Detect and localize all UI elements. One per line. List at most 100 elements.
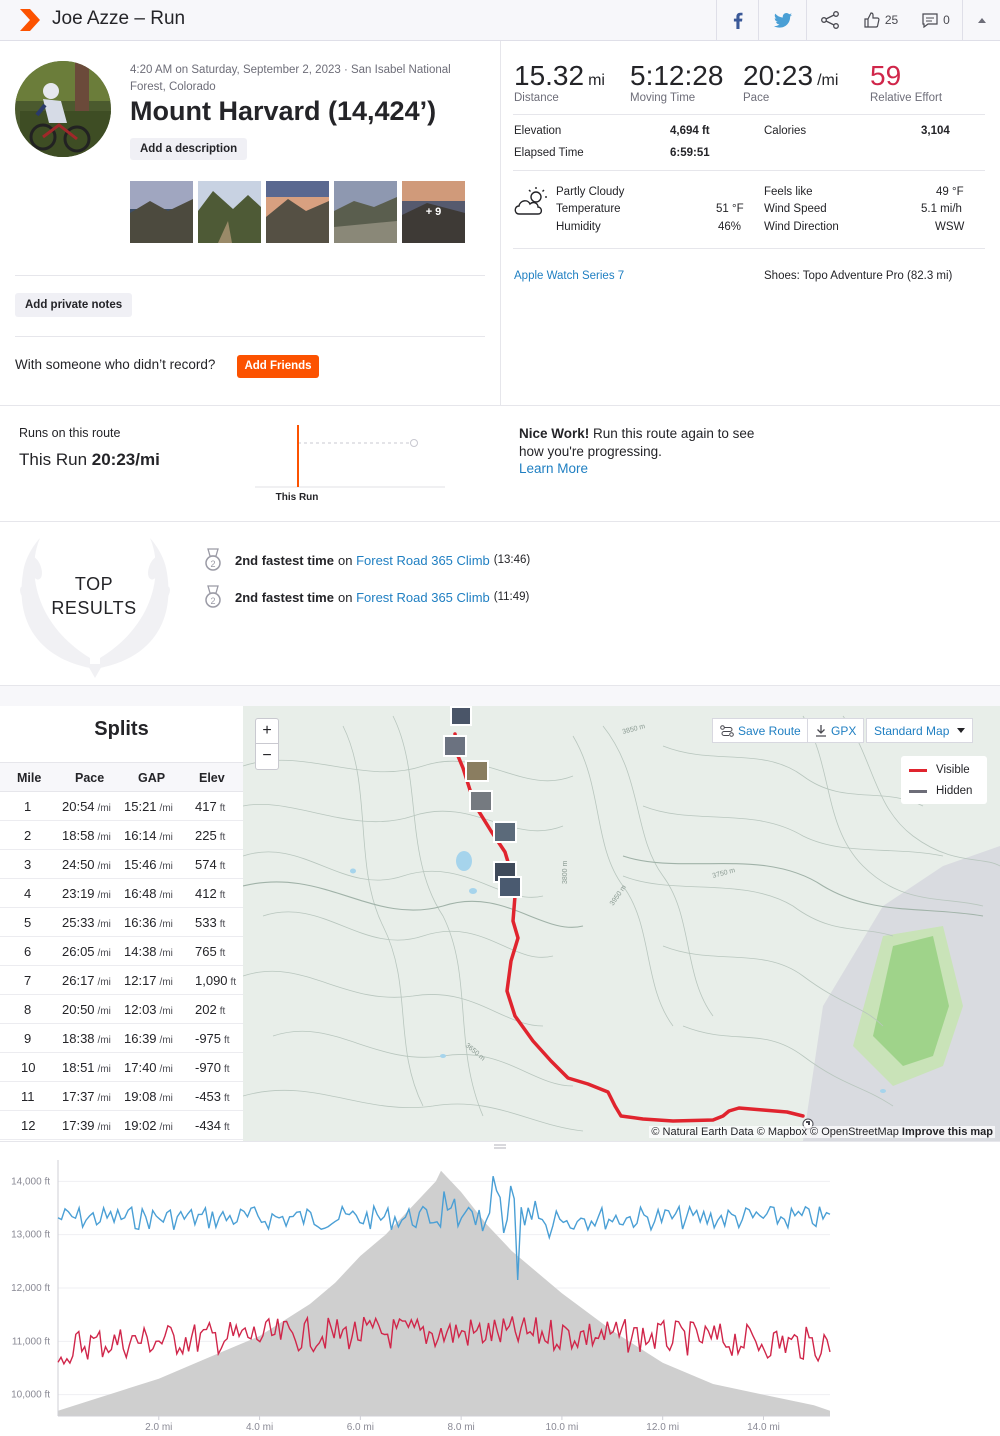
split-row[interactable]: 7 26:17/mi 12:17/mi 1,090 ft (0, 966, 243, 995)
gpx-button[interactable]: GPX (807, 718, 865, 743)
split-row[interactable]: 5 25:33/mi 16:36/mi 533 ft (0, 908, 243, 937)
distance-label: Distance (514, 92, 559, 104)
activity-photo[interactable] (334, 181, 397, 243)
splits-col-mile: Mile (17, 771, 42, 785)
split-pace: 18:51/mi (62, 1060, 111, 1075)
activity-meta: 4:20 AM on Saturday, September 2, 2023 ·… (130, 64, 451, 93)
split-row[interactable]: 8 20:50/mi 12:03/mi 202 ft (0, 995, 243, 1024)
segment-link[interactable]: Forest Road 365 Climb (356, 590, 490, 605)
activity-photo[interactable] (266, 181, 329, 243)
share-facebook-button[interactable] (716, 0, 758, 40)
x-tick-label: 6.0 mi (347, 1422, 374, 1433)
x-tick-label: 10.0 mi (546, 1422, 579, 1433)
elevation-label: Elevation (514, 125, 562, 137)
activity-photo[interactable] (198, 181, 261, 243)
share-button[interactable] (806, 0, 852, 40)
split-pace-unit: /mi (97, 919, 111, 930)
add-private-notes-button[interactable]: Add private notes (15, 293, 133, 317)
split-gap-unit: /mi (159, 803, 173, 814)
activity-photo-more[interactable]: + 9 (402, 181, 465, 243)
y-tick-label: 11,000 ft (12, 1336, 50, 1347)
split-gap: 12:17/mi (124, 973, 173, 988)
collapse-button[interactable] (962, 0, 1000, 40)
split-mile: 4 (24, 886, 31, 901)
relative-effort-value[interactable]: 59 (870, 60, 901, 92)
comments-button[interactable]: 0 (910, 0, 962, 40)
pace-number: 20:23 (743, 60, 814, 91)
drag-handle-icon[interactable] (494, 1144, 506, 1149)
improve-map-link[interactable]: Improve this map (902, 1126, 993, 1138)
split-row[interactable]: 11 17:37/mi 19:08/mi -453 ft (0, 1082, 243, 1111)
split-gap-unit: /mi (159, 1064, 173, 1075)
split-row[interactable]: 4 23:19/mi 16:48/mi 412 ft (0, 879, 243, 908)
legend-visible[interactable]: Visible (909, 764, 970, 776)
split-elev-value: 533 (195, 915, 217, 930)
split-gap: 16:14/mi (124, 828, 173, 843)
relative-effort-label: Relative Effort (870, 92, 943, 104)
elevation-area (58, 1170, 830, 1416)
top-results-badge: TOP RESULTS (15, 528, 175, 678)
add-description-button[interactable]: Add a description (130, 138, 248, 160)
split-elev-unit: ft (219, 919, 226, 930)
split-pace-value: 17:37 (62, 1089, 95, 1104)
split-pace-value: 18:38 (62, 1031, 95, 1046)
y-tick-label: 12,000 ft (11, 1283, 50, 1294)
split-gap-value: 17:40 (124, 1060, 157, 1075)
split-elev-unit: ft (224, 1122, 230, 1133)
split-pace-unit: /mi (97, 1093, 111, 1104)
comment-icon (922, 12, 938, 28)
split-row[interactable]: 12 17:39/mi 19:02/mi -434 ft (0, 1111, 243, 1140)
split-mile: 8 (24, 1002, 31, 1017)
more-photos-count: + 9 (425, 206, 442, 218)
segment-link[interactable]: Forest Road 365 Climb (356, 553, 490, 568)
split-gap: 16:36/mi (124, 915, 173, 930)
contour-label: 3800 m (562, 860, 569, 884)
split-gap: 17:40/mi (124, 1060, 173, 1075)
top-results-line2: RESULTS (51, 598, 137, 618)
analysis-chart[interactable]: 14,000 ft 13,000 ft 12,000 ft 11,000 ft 10,0… (0, 1150, 1000, 1436)
split-mile: 1 (24, 799, 31, 814)
kudos-button[interactable]: 25 (852, 0, 910, 40)
split-elev-value: 225 (195, 828, 217, 843)
caret-up-icon (977, 17, 986, 23)
zoom-out-button[interactable]: − (256, 744, 278, 769)
resize-handle-bar[interactable] (0, 1141, 1000, 1150)
split-elev-value: 1,090 (195, 973, 228, 988)
strava-chevron-icon[interactable] (20, 9, 40, 31)
split-row[interactable]: 6 26:05/mi 14:38/mi 765 ft (0, 937, 243, 966)
zoom-in-button[interactable]: + (256, 719, 278, 744)
split-pace: 18:58/mi (62, 828, 111, 843)
partly-cloudy-icon (514, 187, 547, 215)
top-results-title: TOP RESULTS (15, 572, 173, 620)
header-title: Joe Azze – Run (52, 8, 186, 29)
athlete-avatar[interactable] (15, 61, 111, 157)
split-row[interactable]: 10 18:51/mi 17:40/mi -970 ft (0, 1053, 243, 1082)
learn-more-link[interactable]: Learn More (519, 461, 588, 476)
share-twitter-button[interactable] (758, 0, 806, 40)
map-canvas[interactable]: 3850 m 3800 m 3750 m 3650 m 3950 m (243, 706, 1000, 1141)
divider (513, 248, 985, 249)
split-row[interactable]: 2 18:58/mi 16:14/mi 225 ft (0, 821, 243, 850)
split-elev-value: -975 (195, 1031, 222, 1046)
add-friends-button[interactable]: Add Friends (237, 355, 319, 378)
split-row[interactable]: 9 18:38/mi 16:39/mi -975 ft (0, 1024, 243, 1053)
split-pace-value: 17:39 (62, 1118, 95, 1133)
split-elev-unit: ft (224, 1093, 230, 1104)
elevation-value: 4,694 ft (670, 125, 710, 137)
split-gap-value: 15:21 (124, 799, 157, 814)
save-route-button[interactable]: Save Route (712, 718, 809, 743)
feels-like-value: 49 °F (936, 186, 964, 198)
split-mile-value: 1 (24, 799, 32, 814)
split-gap-unit: /mi (159, 832, 173, 843)
split-row[interactable]: 3 24:50/mi 15:46/mi 574 ft (0, 850, 243, 879)
elapsed-time-value: 6:59:51 (670, 147, 710, 159)
device-link[interactable]: Apple Watch Series 7 (514, 270, 624, 282)
split-mile: 11 (21, 1089, 35, 1104)
split-row[interactable]: 1 20:54/mi 15:21/mi 417 ft (0, 792, 243, 821)
map-attribution-text[interactable]: © Natural Earth Data © Mapbox © OpenStre… (651, 1126, 898, 1138)
legend-hidden[interactable]: Hidden (909, 785, 972, 797)
activity-photo[interactable] (130, 181, 193, 243)
map-type-dropdown[interactable]: Standard Map (866, 718, 974, 743)
route-map[interactable]: 3850 m 3800 m 3750 m 3650 m 3950 m + − S… (243, 706, 1000, 1141)
split-gap-unit: /mi (159, 977, 173, 988)
